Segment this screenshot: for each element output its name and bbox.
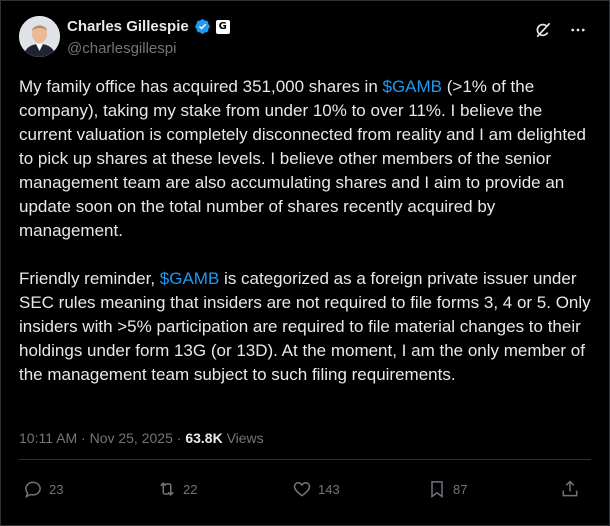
cashtag-link[interactable]: $GAMB	[160, 269, 220, 288]
repost-button[interactable]: 22	[157, 479, 197, 499]
tweet-time[interactable]: 10:11 AM	[19, 430, 77, 446]
verified-badge-icon	[194, 19, 210, 34]
tweet-text: My family office has acquired 351,000 sh…	[19, 75, 591, 387]
like-button[interactable]: 143	[292, 479, 340, 499]
tweet-paragraph-2: Friendly reminder, $GAMB is categorized …	[19, 267, 591, 387]
affiliation-badge-icon[interactable]: G	[215, 19, 230, 34]
like-count: 143	[318, 481, 340, 497]
bookmark-count: 87	[453, 481, 468, 497]
reply-count: 23	[49, 481, 64, 497]
avatar[interactable]	[19, 16, 60, 57]
tweet-text-segment: Friendly reminder,	[19, 269, 160, 288]
action-bar: 23 22 143 87	[23, 479, 587, 503]
bookmark-icon	[431, 481, 443, 498]
top-actions	[533, 20, 587, 40]
more-options-icon[interactable]	[569, 21, 587, 39]
repost-count: 22	[183, 481, 198, 497]
bookmark-button[interactable]: 87	[427, 479, 467, 499]
share-icon	[562, 480, 578, 497]
tweet-text-segment: (>1% of the company), taking my stake fr…	[19, 77, 586, 240]
meta-separator: ·	[77, 430, 90, 446]
tweet-paragraph-1: My family office has acquired 351,000 sh…	[19, 75, 591, 243]
cashtag-link[interactable]: $GAMB	[383, 77, 443, 96]
tweet-meta: 10:11 AM · Nov 25, 2025 · 63.8K Views	[19, 430, 264, 446]
tweet-date[interactable]: Nov 25, 2025	[90, 430, 173, 446]
share-button[interactable]	[560, 479, 580, 499]
heart-icon	[293, 481, 311, 497]
reply-button[interactable]: 23	[23, 479, 63, 499]
repost-icon	[160, 482, 174, 496]
meta-separator: ·	[172, 430, 186, 446]
views-label: Views	[226, 430, 264, 446]
author-handle[interactable]: @charlesgillespi	[67, 40, 176, 57]
grok-icon[interactable]	[533, 20, 553, 40]
divider	[19, 459, 591, 460]
tweet-text-segment: My family office has acquired 351,000 sh…	[19, 77, 383, 96]
reply-icon	[25, 481, 41, 498]
views-count[interactable]: 63.8K	[185, 430, 222, 446]
tweet-card: Charles Gillespie G @charlesgillespi My …	[0, 0, 610, 526]
author-name-row: Charles Gillespie G	[67, 18, 230, 35]
author-name[interactable]: Charles Gillespie	[67, 18, 189, 35]
